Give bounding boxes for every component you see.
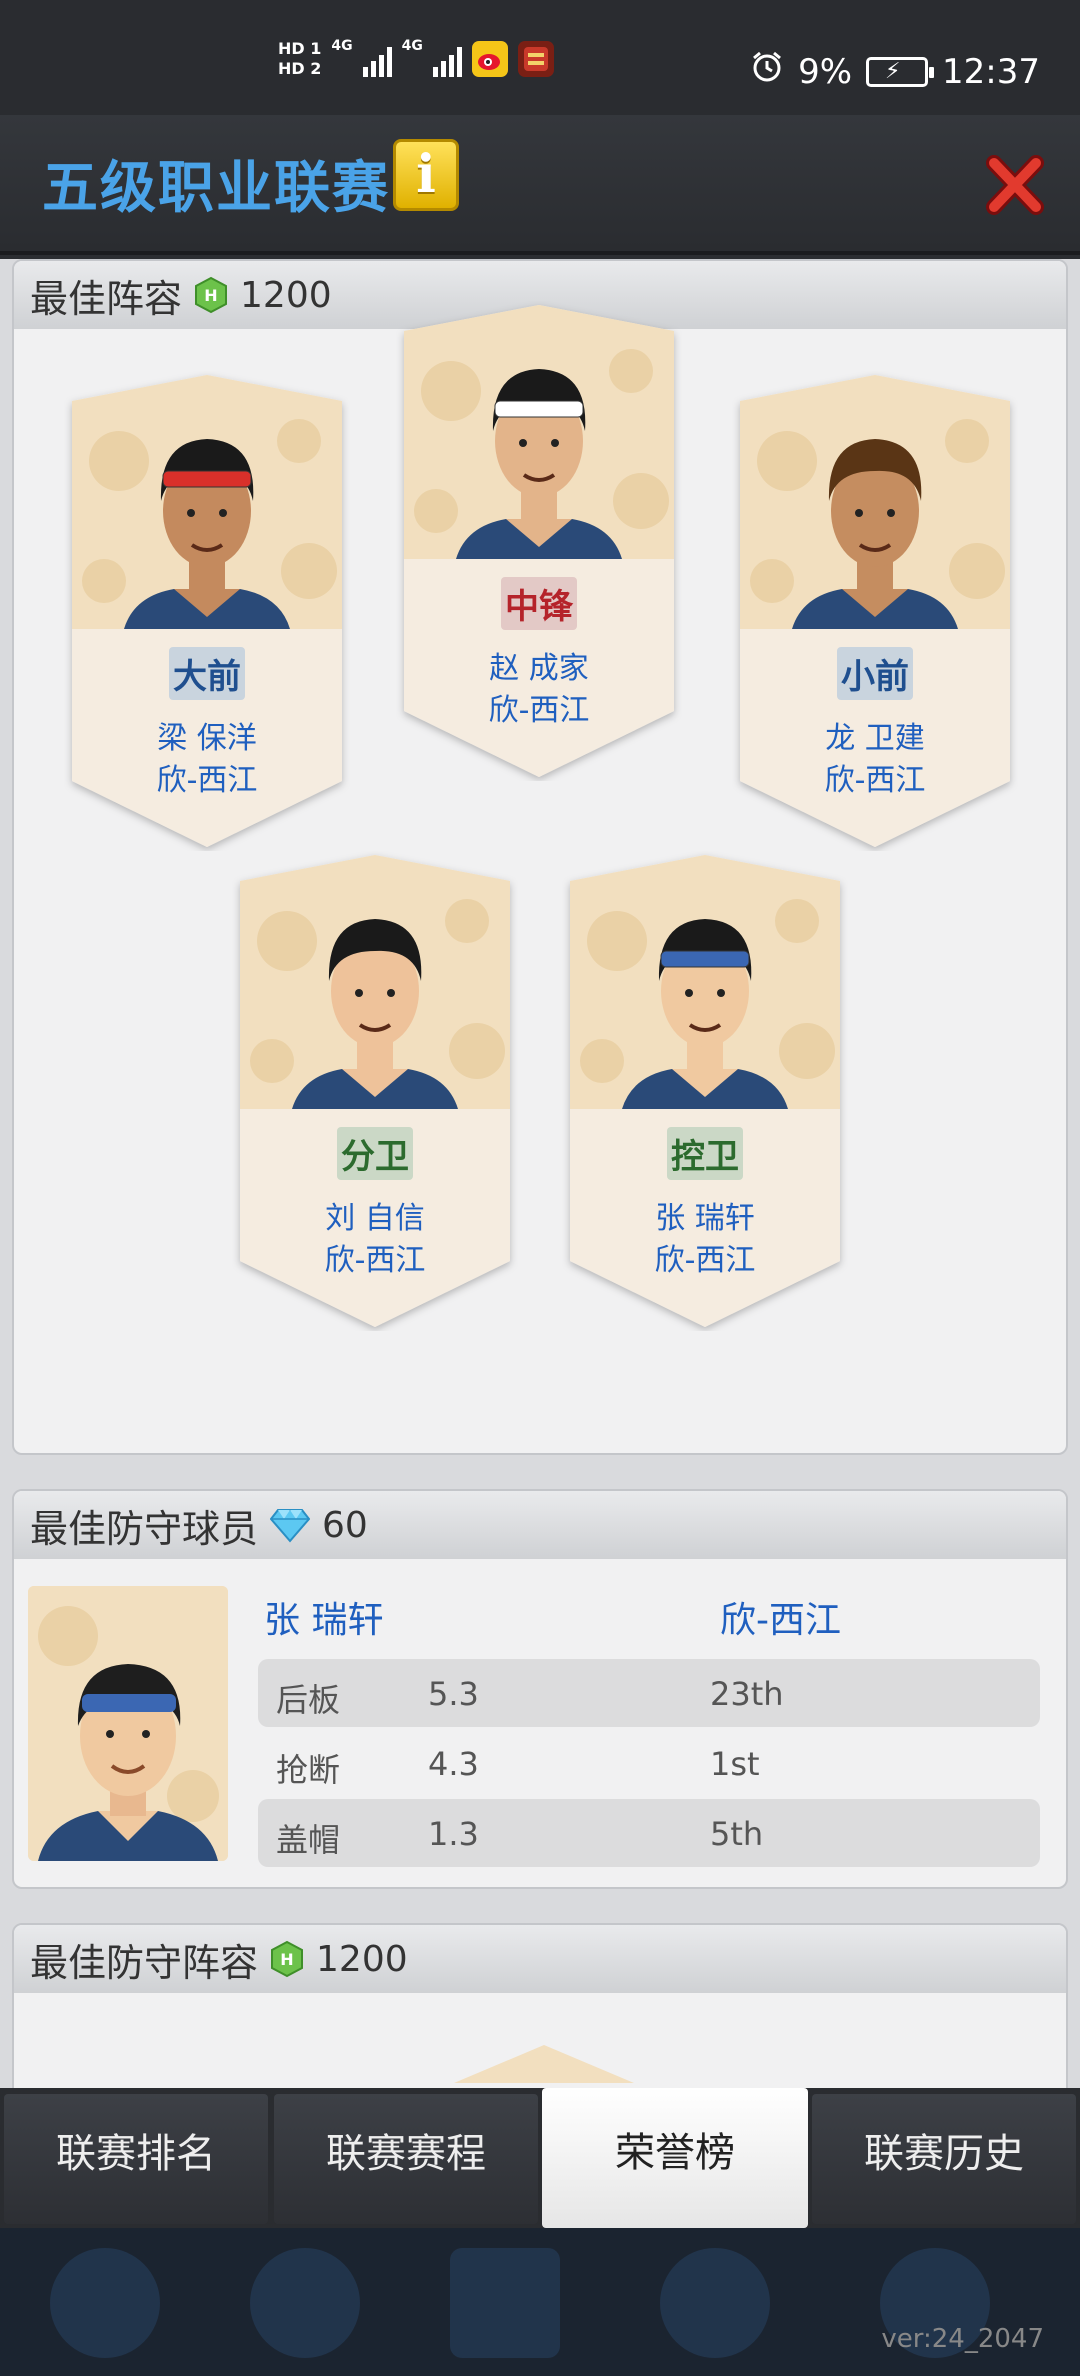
player-position: 大前 xyxy=(169,647,245,700)
stat-value: 4.3 xyxy=(428,1745,479,1783)
tab-league-ranking[interactable]: 联赛排名 xyxy=(4,2094,268,2224)
player-team: 欣-西江 xyxy=(824,763,926,798)
stat-row: 盖帽 1.3 5th xyxy=(258,1799,1040,1867)
stat-label: 抢断 xyxy=(276,1751,341,1789)
status-right: 9% ⚡ 12:37 xyxy=(750,50,1040,93)
player-name: 张 瑞轩 xyxy=(655,1201,755,1236)
alarm-icon xyxy=(750,50,784,93)
status-left: HD 1 HD 2 4G 4G xyxy=(278,38,554,78)
player-card[interactable]: 小前龙 卫建欣-西江 xyxy=(732,371,1018,851)
diamond-icon xyxy=(270,1509,311,1543)
stat-rank: 1st xyxy=(710,1745,760,1783)
player-name: 梁 保洋 xyxy=(157,721,257,756)
nav-icon-4 xyxy=(660,2248,770,2358)
hd-indicator: HD 1 HD 2 xyxy=(278,40,321,78)
hd2-label: HD 2 xyxy=(278,59,322,78)
stat-label: 盖帽 xyxy=(276,1821,341,1859)
nav-icon-1 xyxy=(50,2248,160,2358)
player-team: 欣-西江 xyxy=(156,763,258,798)
nav-icon-2 xyxy=(250,2248,360,2358)
best-defense-lineup-reward: 1200 xyxy=(316,1938,408,1980)
player-position: 分卫 xyxy=(337,1127,413,1180)
reward-hex-icon: H xyxy=(271,1940,304,1978)
nav-icon-3 xyxy=(450,2248,560,2358)
player-team: 欣-西江 xyxy=(324,1243,426,1278)
svg-text:H: H xyxy=(204,286,217,305)
defender-name[interactable]: 张 瑞轩 xyxy=(264,1591,383,1643)
player-position-wrap: 分卫 xyxy=(232,1127,518,1180)
player-card[interactable]: 分卫刘 自信欣-西江 xyxy=(232,851,518,1331)
stat-value: 1.3 xyxy=(428,1815,479,1853)
card-top-partial xyxy=(454,2045,634,2083)
bottom-tab-bar: 联赛排名 联赛赛程 荣誉榜 联赛历史 xyxy=(0,2088,1080,2228)
page-title: 五级职业联赛 xyxy=(42,156,390,221)
reward-hex-icon: H xyxy=(195,276,228,314)
bottom-nav-background: ver:24_2047 xyxy=(0,2228,1080,2376)
player-position-wrap: 大前 xyxy=(64,647,350,700)
player-card[interactable]: 控卫张 瑞轩欣-西江 xyxy=(562,851,848,1331)
player-position: 中锋 xyxy=(501,577,577,630)
player-card[interactable]: 大前梁 保洋欣-西江 xyxy=(64,371,350,851)
stat-row: 抢断 4.3 1st xyxy=(258,1729,1040,1797)
best-defense-lineup-panel: 最佳防守阵容 H 1200 xyxy=(12,1923,1068,2089)
player-name: 刘 自信 xyxy=(325,1201,425,1236)
player-position-wrap: 中锋 xyxy=(396,577,682,630)
game-app-icon xyxy=(517,41,554,77)
best-defense-lineup-title: 最佳防守阵容 xyxy=(30,1940,259,1985)
best-defender-title: 最佳防守球员 xyxy=(30,1506,259,1551)
best-lineup-reward: 1200 xyxy=(240,274,332,316)
hd1-label: HD 1 xyxy=(278,39,322,58)
weibo-icon xyxy=(471,41,508,77)
player-team: 欣-西江 xyxy=(488,693,590,728)
player-name: 赵 成家 xyxy=(489,651,589,686)
player-position-wrap: 小前 xyxy=(732,647,1018,700)
stat-label: 后板 xyxy=(276,1681,341,1719)
battery-percent: 9% xyxy=(798,51,853,92)
app-header: 五级职业联赛 i xyxy=(0,115,1080,255)
honor-board-content[interactable]: 最佳阵容 H 1200 大前梁 保洋 欣-西江 中锋赵 成家 欣-西江 小前龙 卫建 欣-… xyxy=(0,259,1080,2089)
stat-rank: 5th xyxy=(710,1815,764,1853)
tab-honor-board[interactable]: 荣誉榜 xyxy=(542,2088,808,2228)
player-position: 控卫 xyxy=(667,1127,743,1180)
player-card[interactable]: 中锋赵 成家欣-西江 xyxy=(396,301,682,781)
clock: 12:37 xyxy=(942,51,1040,92)
close-icon xyxy=(986,155,1044,215)
status-bar: HD 1 HD 2 4G 4G 9% ⚡ 12:37 xyxy=(0,0,1080,115)
info-button[interactable]: i xyxy=(393,139,459,211)
best-lineup-panel: 最佳阵容 H 1200 大前梁 保洋 欣-西江 中锋赵 成家 欣-西江 小前龙 卫建 欣-… xyxy=(12,259,1068,1455)
network-label-1: 4G xyxy=(331,38,353,54)
defender-team[interactable]: 欣-西江 xyxy=(720,1591,841,1643)
best-defender-header: 最佳防守球员 60 xyxy=(14,1491,1066,1559)
best-defense-lineup-header: 最佳防守阵容 H 1200 xyxy=(14,1925,1066,1993)
network-label-2: 4G xyxy=(401,38,423,54)
stat-value: 5.3 xyxy=(428,1675,479,1713)
player-position-wrap: 控卫 xyxy=(562,1127,848,1180)
player-team: 欣-西江 xyxy=(654,1243,756,1278)
battery-icon: ⚡ xyxy=(866,56,935,87)
defender-avatar[interactable] xyxy=(28,1586,228,1861)
best-defender-panel: 最佳防守球员 60 张 瑞轩 欣-西江 后板 5.3 23th 抢断 4.3 1… xyxy=(12,1489,1068,1889)
stat-row: 后板 5.3 23th xyxy=(258,1659,1040,1727)
player-position: 小前 xyxy=(837,647,913,700)
signal-icon xyxy=(362,41,392,77)
player-name: 龙 卫建 xyxy=(825,721,925,756)
best-defender-reward: 60 xyxy=(322,1504,368,1546)
signal-icon-2 xyxy=(432,41,462,77)
version-label: ver:24_2047 xyxy=(881,2324,1044,2354)
tab-league-history[interactable]: 联赛历史 xyxy=(812,2094,1076,2224)
close-button[interactable] xyxy=(986,153,1044,217)
stat-rank: 23th xyxy=(710,1675,784,1713)
best-lineup-title: 最佳阵容 xyxy=(30,276,183,321)
svg-text:H: H xyxy=(280,1950,293,1969)
tab-league-schedule[interactable]: 联赛赛程 xyxy=(274,2094,538,2224)
